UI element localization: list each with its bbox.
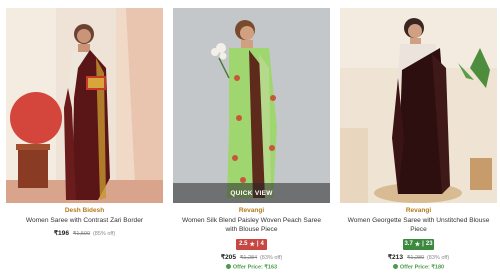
product-image[interactable] xyxy=(340,8,497,203)
product-brand[interactable]: Desh Bidesh xyxy=(6,207,163,214)
product-grid: Desh Bidesh Women Saree with Contrast Za… xyxy=(0,0,500,280)
product-price: ₹213 xyxy=(387,253,404,261)
product-card[interactable]: Revangi Women Georgette Saree with Unsti… xyxy=(340,8,497,270)
quick-view-button[interactable]: QUICK VIEW xyxy=(173,183,330,203)
rating-separator: | xyxy=(256,241,259,248)
product-discount: (83% off) xyxy=(259,254,283,261)
price-row: ₹205 ₹1,284 (83% off) xyxy=(173,253,330,261)
rating-count: 4 xyxy=(260,241,264,248)
product-photo-saree-green xyxy=(173,8,330,203)
product-mrp: ₹1,284 xyxy=(239,254,258,261)
product-price: ₹205 xyxy=(220,253,237,261)
rating-value: 2.5 xyxy=(239,241,248,248)
product-brand[interactable]: Revangi xyxy=(173,207,330,214)
rating-badge: 2.5 ★ | 4 xyxy=(236,238,267,250)
rating-badge: 3.7 ★ | 23 xyxy=(403,238,434,250)
product-price: ₹196 xyxy=(53,229,70,237)
product-card[interactable]: Desh Bidesh Women Saree with Contrast Za… xyxy=(6,8,163,237)
product-mrp: ₹1,280 xyxy=(406,254,425,261)
offer-price-text: Offer Price: ₹180 xyxy=(399,264,445,271)
price-row: ₹213 ₹1,280 (83% off) xyxy=(340,253,497,261)
offer-price-text: Offer Price: ₹163 xyxy=(232,264,278,271)
rating-value: 3.7 xyxy=(404,241,413,248)
offer-icon xyxy=(392,263,398,269)
product-mrp: ₹1,500 xyxy=(72,230,91,237)
price-row: ₹196 ₹1,500 (85% off) xyxy=(6,229,163,237)
offer-price: Offer Price: ₹180 xyxy=(340,263,497,271)
product-title[interactable]: Women Silk Blend Paisley Woven Peach Sar… xyxy=(173,217,330,235)
offer-price: Offer Price: ₹163 xyxy=(173,263,330,271)
product-discount: (85% off) xyxy=(92,230,116,237)
product-title[interactable]: Women Saree with Contrast Zari Border xyxy=(6,217,163,226)
offer-icon xyxy=(225,263,231,269)
product-title[interactable]: Women Georgette Saree with Unstitched Bl… xyxy=(340,217,497,235)
star-icon: ★ xyxy=(414,241,421,248)
product-discount: (83% off) xyxy=(426,254,450,261)
product-image[interactable]: QUICK VIEW xyxy=(173,8,330,203)
product-photo-saree-maroon xyxy=(6,8,163,203)
product-photo-saree-brown xyxy=(340,8,497,203)
product-card[interactable]: QUICK VIEW Revangi Women Silk Blend Pais… xyxy=(173,8,330,270)
product-image[interactable] xyxy=(6,8,163,203)
rating-count: 23 xyxy=(425,241,433,248)
rating-separator: | xyxy=(422,241,424,248)
star-icon: ★ xyxy=(249,241,255,248)
product-brand[interactable]: Revangi xyxy=(340,207,497,214)
